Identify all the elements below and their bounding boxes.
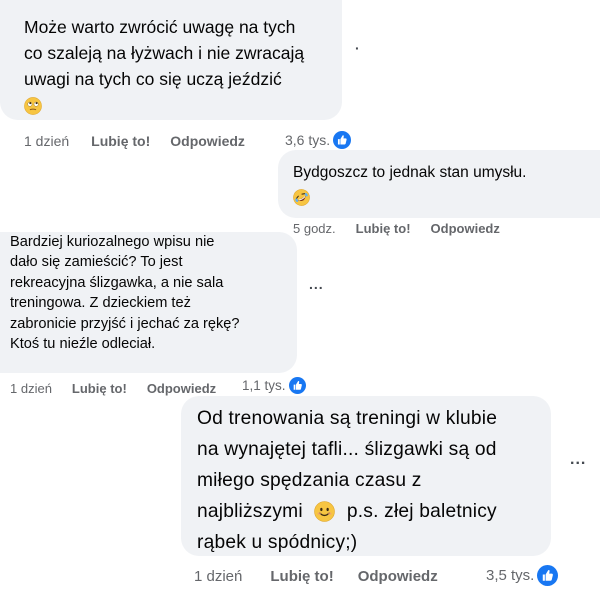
laughing-emoji-icon (293, 189, 310, 207)
smiling-face-emoji-icon (314, 501, 336, 523)
comment-line: rąbek u spódnicy;) (197, 532, 358, 553)
reply-button[interactable]: Odpowiedz (147, 381, 216, 396)
comment-line: na wynajętej tafli... ślizgawki są od (197, 439, 497, 460)
comment-actions: 1 dzień Lubię to! Odpowiedz (10, 381, 216, 396)
like-button[interactable]: Lubię to! (270, 568, 333, 585)
comment-timestamp: 1 dzień (194, 568, 243, 585)
comment-bubble: Bydgoszcz to jednak stan umysłu. (278, 150, 600, 218)
comment-text: Bydgoszcz to jednak stan umysłu. (293, 160, 526, 210)
comment-line: Ktoś tu nieźle odleciał. (10, 336, 156, 353)
reaction-count-text: 1,1 tys. (242, 378, 286, 393)
like-thumb-icon (333, 131, 352, 149)
reply-button[interactable]: Odpowiedz (431, 221, 500, 236)
like-thumb-icon (537, 565, 559, 586)
comment-line: uwagi na tych co się uczą jeździć (24, 69, 282, 89)
comment-actions: 1 dzień Lubię to! Odpowiedz (194, 568, 438, 585)
comment-line: dało się zamieścić? To jest (10, 254, 183, 271)
comment-line: Od trenowania są treningi w klubie (197, 408, 498, 429)
comment-line: co szaleją na łyżwach i nie zwracają (24, 43, 305, 63)
more-options-icon[interactable]: · (355, 40, 361, 56)
reaction-count[interactable]: 3,5 tys. (486, 565, 559, 586)
reply-button[interactable]: Odpowiedz (358, 568, 438, 585)
comment-bubble: Bardziej kuriozalnego wpisu nie dało się… (0, 232, 297, 373)
comment-line: zabronicie przyjść i jechać za rękę? (10, 315, 240, 332)
reply-button[interactable]: Odpowiedz (170, 133, 245, 149)
comment-actions: 5 godz. Lubię to! Odpowiedz (293, 221, 500, 236)
comment-timestamp: 1 dzień (24, 133, 70, 149)
comment-line: miłego spędzania czasu z (197, 470, 422, 491)
comment-actions: 1 dzień Lubię to! Odpowiedz (24, 133, 245, 149)
comment-line: Bardziej kuriozalnego wpisu nie (10, 234, 215, 250)
comment-line: treningowa. Z dzieckiem też (10, 295, 191, 312)
reaction-count[interactable]: 1,1 tys. (242, 377, 306, 394)
like-button[interactable]: Lubię to! (91, 133, 150, 149)
reaction-count[interactable]: 3,6 tys. (285, 131, 352, 149)
more-options-icon[interactable]: ... (570, 451, 586, 469)
reaction-count-text: 3,6 tys. (285, 132, 331, 148)
reaction-count-text: 3,5 tys. (486, 567, 535, 584)
like-button[interactable]: Lubię to! (356, 221, 411, 236)
comment-bubble: Od trenowania są treningi w klubie na wy… (181, 396, 551, 556)
more-options-icon[interactable]: ... (309, 276, 324, 292)
comment-text: Może warto zwrócić uwagę na tych co szal… (24, 14, 304, 118)
rolling-eyes-emoji-icon (24, 97, 42, 116)
comment-bubble: Może warto zwrócić uwagę na tych co szal… (0, 0, 342, 120)
comment-line: rekreacyjna ślizgawka, a nie sala (10, 274, 224, 291)
like-thumb-icon (288, 377, 306, 394)
comment-line: p.s. złej baletnicy (346, 501, 497, 522)
comment-line: Może warto zwrócić uwagę na tych (24, 17, 296, 37)
comment-line: najbliższymi (197, 501, 303, 522)
like-button[interactable]: Lubię to! (72, 381, 127, 396)
comment-text: Bardziej kuriozalnego wpisu nie dało się… (10, 232, 240, 354)
comment-timestamp: 1 dzień (10, 381, 52, 396)
comment-text: Od trenowania są treningi w klubie na wy… (197, 403, 497, 558)
comment-line: Bydgoszcz to jednak stan umysłu. (293, 164, 527, 181)
comment-timestamp: 5 godz. (293, 221, 336, 236)
